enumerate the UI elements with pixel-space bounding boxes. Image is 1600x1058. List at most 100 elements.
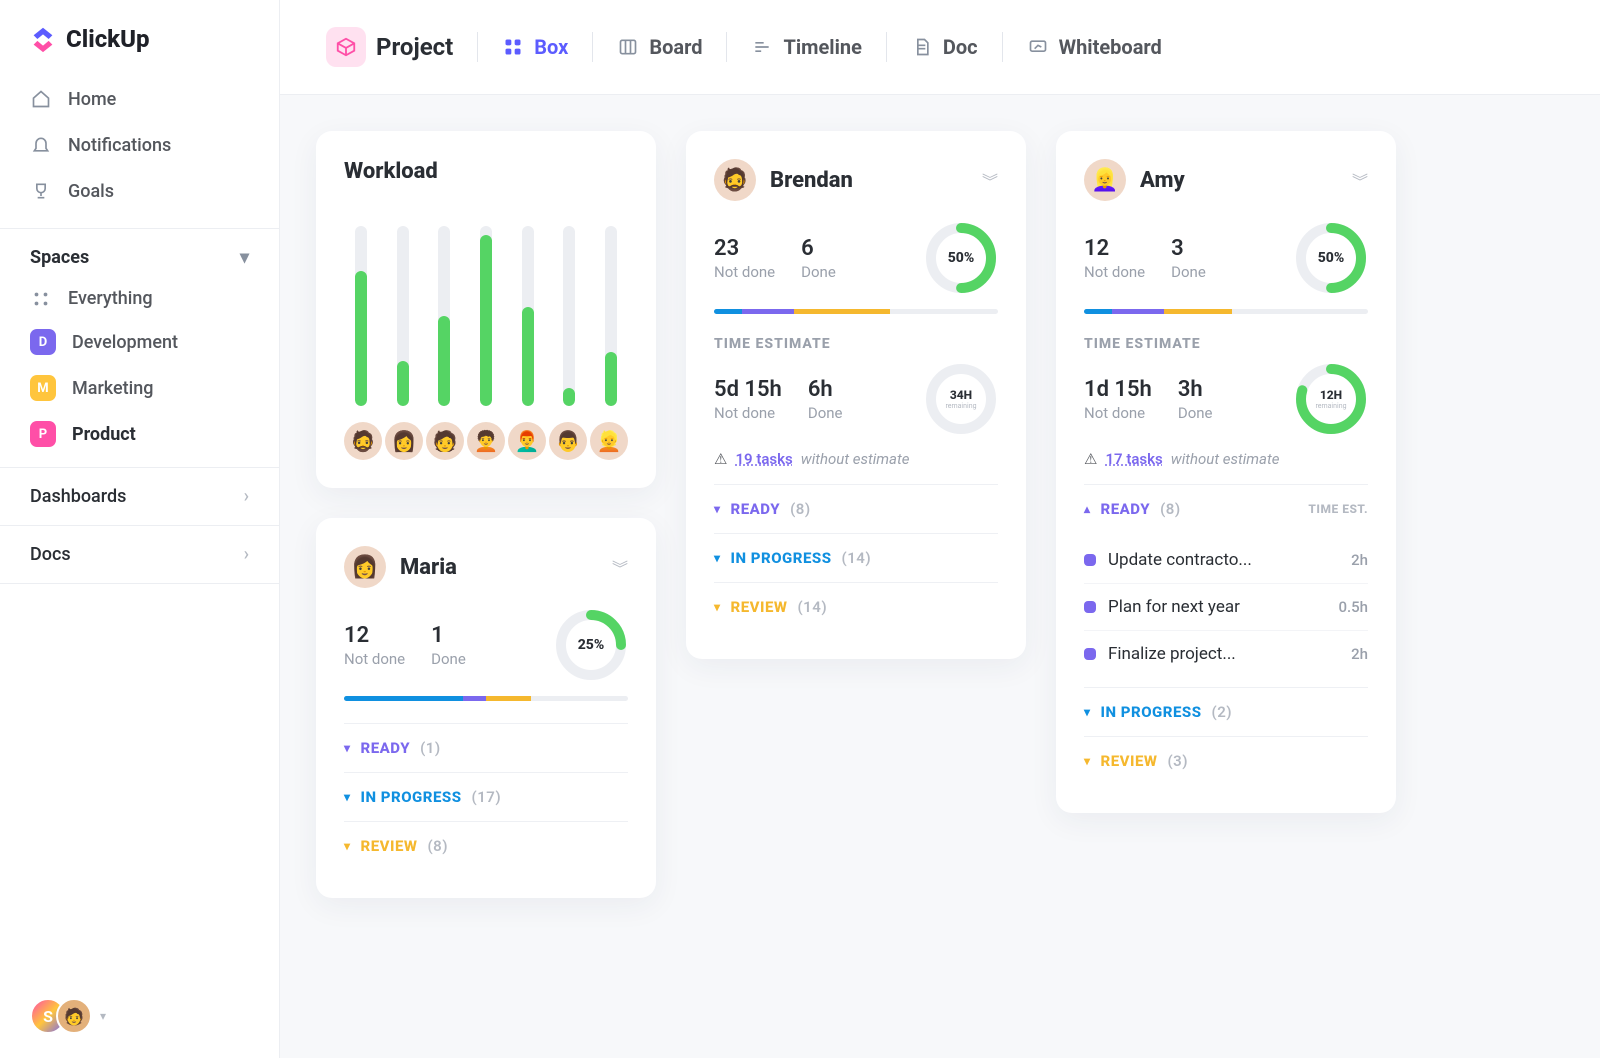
group-in-progress[interactable]: ▾IN PROGRESS(14) xyxy=(714,533,998,582)
chevron-down-icon: ▾ xyxy=(714,600,721,614)
stat-value: 6h xyxy=(808,377,843,402)
view-label: Timeline xyxy=(783,35,861,59)
group-ready[interactable]: ▴READY(8)TIME EST. xyxy=(1084,484,1368,533)
avatar[interactable]: 👨‍🦰 xyxy=(508,422,546,460)
spaces-header[interactable]: Spaces ▾ xyxy=(0,229,279,278)
task-row[interactable]: Plan for next year 0.5h xyxy=(1084,584,1368,631)
view-tab-doc[interactable]: Doc xyxy=(897,25,992,69)
sidebar-docs[interactable]: Docs › xyxy=(0,526,279,583)
view-tab-board[interactable]: Board xyxy=(603,25,716,69)
group-review[interactable]: ▾REVIEW(3) xyxy=(1084,736,1368,785)
view-tab-timeline[interactable]: Timeline xyxy=(737,25,875,69)
stat-value: 12 xyxy=(344,623,405,648)
collapse-icon[interactable]: ︾ xyxy=(982,168,998,192)
sidebar-space-product[interactable]: P Product xyxy=(0,411,279,457)
trophy-icon xyxy=(30,180,52,202)
board-view-icon xyxy=(617,36,639,58)
group-review[interactable]: ▾REVIEW(14) xyxy=(714,582,998,631)
progress-percent: 25% xyxy=(554,608,628,682)
stat-label: Done xyxy=(431,650,466,668)
profile-switcher[interactable]: S 🧑 ▾ xyxy=(0,974,279,1058)
group-label: READY xyxy=(731,500,781,518)
workload-card: Workload 🧔👩🧑🧑‍🦱👨‍🦰👨👱 xyxy=(316,131,656,488)
stat-label: Done xyxy=(801,263,836,281)
workload-bar[interactable] xyxy=(511,226,545,406)
sidebar-everything[interactable]: Everything xyxy=(0,278,279,319)
space-label: Product xyxy=(72,424,136,445)
warning-suffix: without estimate xyxy=(1171,450,1280,468)
group-review[interactable]: ▾REVIEW(8) xyxy=(344,821,628,870)
chevron-down-icon: ▾ xyxy=(344,839,351,853)
progress-ring: 50% xyxy=(1294,221,1368,295)
nav-label: Notifications xyxy=(68,135,171,156)
stat-label: Not done xyxy=(344,650,405,668)
nav-notifications[interactable]: Notifications xyxy=(0,122,279,168)
group-count: (8) xyxy=(427,837,448,855)
task-estimate: 0.5h xyxy=(1338,598,1368,616)
folder-label: Dashboards xyxy=(30,486,126,507)
task-row[interactable]: Update contracto...2h xyxy=(1084,537,1368,584)
estimate-warning[interactable]: ⚠ 19 tasks without estimate xyxy=(714,450,998,484)
nav-home[interactable]: Home xyxy=(0,76,279,122)
home-icon xyxy=(30,88,52,110)
status-dot xyxy=(1084,601,1096,613)
task-name: Plan for next year xyxy=(1108,597,1326,617)
task-estimate: 2h xyxy=(1351,551,1368,569)
progress-percent: 50% xyxy=(924,221,998,295)
sidebar-dashboards[interactable]: Dashboards › xyxy=(0,468,279,525)
warning-icon: ⚠ xyxy=(1084,450,1097,468)
space-label: Marketing xyxy=(72,378,153,399)
workload-bar[interactable] xyxy=(344,226,378,406)
progress-bar xyxy=(344,696,628,701)
workload-bar[interactable] xyxy=(386,226,420,406)
view-tab-whiteboard[interactable]: Whiteboard xyxy=(1013,25,1176,69)
tasks-link[interactable]: 19 tasks xyxy=(735,450,792,468)
group-count: (2) xyxy=(1212,703,1233,721)
tasks-link[interactable]: 17 tasks xyxy=(1105,450,1162,468)
view-label: Board xyxy=(649,35,702,59)
estimate-warning[interactable]: ⚠ 17 tasks without estimate xyxy=(1084,450,1368,484)
avatar[interactable]: 🧑‍🦱 xyxy=(467,422,505,460)
person-name: Brendan xyxy=(770,168,853,193)
stat-value: 3 xyxy=(1171,236,1206,261)
stat-value: 1 xyxy=(431,623,466,648)
group-in-progress[interactable]: ▾IN PROGRESS(2) xyxy=(1084,687,1368,736)
collapse-icon[interactable]: ︾ xyxy=(612,555,628,579)
space-badge: D xyxy=(30,329,56,355)
group-count: (3) xyxy=(1167,752,1188,770)
spaces-label: Spaces xyxy=(30,247,89,268)
workload-bar[interactable] xyxy=(553,226,587,406)
task-list: Update contracto...2h Plan for next year 0… xyxy=(1084,537,1368,677)
project-title[interactable]: Project xyxy=(312,17,467,77)
chevron-down-icon: ▾ xyxy=(100,1009,106,1023)
avatar: 👱‍♀️ xyxy=(1084,159,1126,201)
space-label: Development xyxy=(72,332,178,353)
doc-view-icon xyxy=(911,36,933,58)
view-tab-box[interactable]: Box xyxy=(488,25,582,69)
chevron-down-icon: ▾ xyxy=(714,502,721,516)
sidebar-space-marketing[interactable]: M Marketing xyxy=(0,365,279,411)
workload-bar[interactable] xyxy=(594,226,628,406)
workload-bar[interactable] xyxy=(427,226,461,406)
time-ring: 34Hremaining xyxy=(924,362,998,436)
logo[interactable]: ClickUp xyxy=(0,0,279,72)
avatar[interactable]: 👩 xyxy=(385,422,423,460)
nav-goals[interactable]: Goals xyxy=(0,168,279,214)
stat-label: Not done xyxy=(1084,404,1152,422)
group-in-progress[interactable]: ▾IN PROGRESS(17) xyxy=(344,772,628,821)
avatar[interactable]: 🧔 xyxy=(344,422,382,460)
workload-bar[interactable] xyxy=(469,226,503,406)
group-ready[interactable]: ▾READY(1) xyxy=(344,723,628,772)
group-ready[interactable]: ▾READY(8) xyxy=(714,484,998,533)
avatar[interactable]: 👱 xyxy=(590,422,628,460)
workload-avatars: 🧔👩🧑🧑‍🦱👨‍🦰👨👱 xyxy=(344,422,628,460)
warning-suffix: without estimate xyxy=(801,450,910,468)
grid-dots-icon xyxy=(30,290,52,308)
avatar[interactable]: 👨 xyxy=(549,422,587,460)
clickup-logo-icon xyxy=(28,24,58,54)
sidebar-space-development[interactable]: D Development xyxy=(0,319,279,365)
task-row[interactable]: Finalize project...2h xyxy=(1084,631,1368,677)
avatar[interactable]: 🧑 xyxy=(426,422,464,460)
collapse-icon[interactable]: ︾ xyxy=(1352,168,1368,192)
avatar: 🧔 xyxy=(714,159,756,201)
